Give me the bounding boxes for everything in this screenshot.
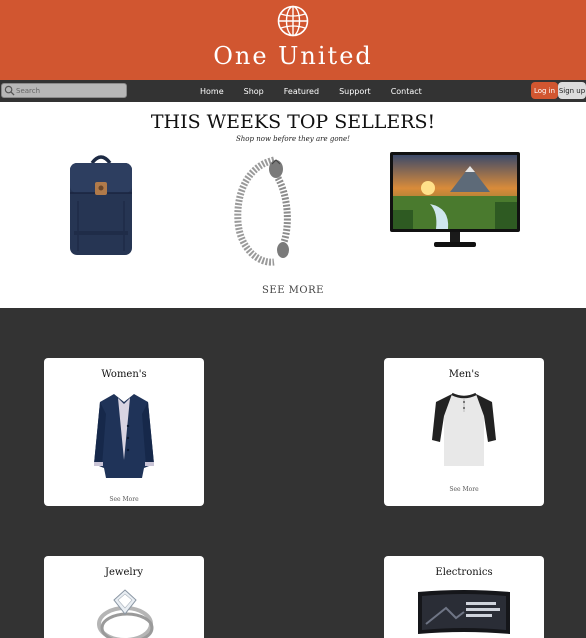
nav-links: Home Shop Featured Support Contact [190,80,432,102]
nav-link-support[interactable]: Support [339,87,371,96]
diamond-ring-image [97,589,154,638]
top-sellers-title: THIS WEEKS TOP SELLERS! [150,111,436,133]
bracelet-product-image[interactable] [228,152,298,270]
womens-jacket-image [94,394,154,478]
mens-shirt-image [432,392,496,466]
category-card-womens[interactable]: Women's See More [44,358,204,506]
login-button[interactable]: Log in [531,82,558,99]
nav-link-home[interactable]: Home [200,87,224,96]
womens-see-more-link[interactable]: See More [44,496,204,503]
nav-link-featured[interactable]: Featured [284,87,319,96]
top-sellers-section: THIS WEEKS TOP SELLERS! Shop now before … [0,102,586,308]
top-sellers-subtitle: Shop now before they are gone! [236,135,350,143]
signup-button[interactable]: Sign up [558,82,586,99]
search-box [1,83,127,98]
see-more-link[interactable]: SEE MORE [0,285,586,296]
backpack-product-image[interactable] [66,151,136,257]
category-title-electronics: Electronics [435,567,493,578]
category-title-womens: Women's [101,369,147,380]
brand-title: One United [213,42,373,70]
nav-link-shop[interactable]: Shop [244,87,264,96]
mens-see-more-link[interactable]: See More [384,486,544,493]
category-title-jewelry: Jewelry [104,567,144,578]
navbar: Home Shop Featured Support Contact Log i… [0,80,586,102]
globe-icon [277,5,309,37]
site-header: One United [0,0,586,80]
category-title-mens: Men's [448,369,480,380]
nav-link-contact[interactable]: Contact [391,87,422,96]
curved-monitor-image [418,590,510,634]
monitor-product-image[interactable] [390,152,520,250]
category-card-jewelry[interactable]: Jewelry [44,556,204,638]
category-card-electronics[interactable]: Electronics [384,556,544,638]
search-icon [4,85,15,96]
search-input[interactable] [16,84,124,97]
category-card-mens[interactable]: Men's See More [384,358,544,506]
